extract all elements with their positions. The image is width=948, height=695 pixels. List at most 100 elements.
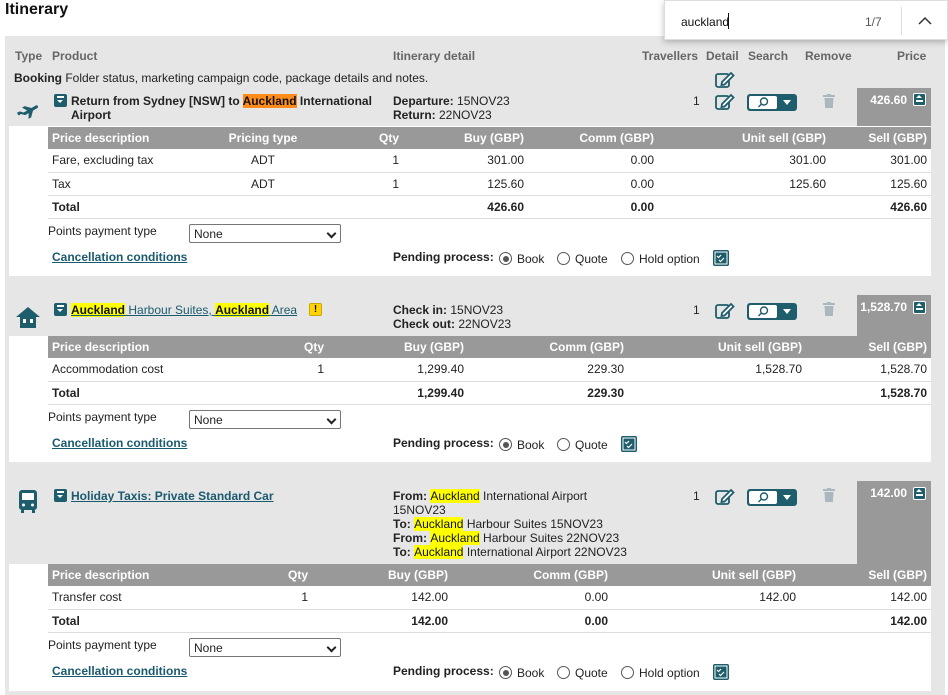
radio-label-book: Book	[517, 666, 545, 680]
transfer-toggle-button[interactable]	[54, 489, 67, 502]
hotel-edit-icon[interactable]	[715, 302, 735, 320]
hotel-cancellation-link[interactable]: Cancellation conditions	[52, 436, 187, 450]
col-buy: Buy (GBP)	[312, 564, 452, 586]
flight-toggle-button[interactable]	[54, 94, 67, 107]
col-sell: Sell (GBP)	[800, 564, 931, 586]
text-caret	[728, 13, 729, 29]
pending-process-label: Pending process:	[393, 436, 494, 450]
hotel-radio-book[interactable]	[499, 438, 512, 451]
transfer-radio-hold[interactable]	[621, 666, 634, 679]
magnifier-icon	[758, 97, 769, 108]
col-header-remove: Remove	[805, 49, 852, 63]
chevron-down-icon	[783, 495, 791, 500]
col-price-description: Price description	[48, 127, 208, 149]
flight-radio-book[interactable]	[499, 252, 512, 265]
transfer-price-table: Price description Qty Buy (GBP) Comm (GB…	[48, 564, 931, 633]
col-comm: Comm (GBP)	[452, 564, 612, 586]
transfer-price-collapse-button[interactable]	[913, 487, 926, 500]
radio-label-book: Book	[517, 252, 545, 266]
col-buy: Buy (GBP)	[328, 336, 468, 358]
flight-cancellation-link[interactable]: Cancellation conditions	[52, 250, 187, 264]
flight-radio-quote[interactable]	[557, 252, 570, 265]
radio-label-hold: Hold option	[639, 252, 700, 266]
plane-icon	[16, 105, 39, 119]
transfer-detail: From: Auckland International Airport 15N…	[393, 489, 627, 559]
itinerary-panel: Type Product Itinerary detail Travellers…	[5, 36, 945, 695]
radio-label-quote: Quote	[575, 252, 608, 266]
find-input[interactable]	[681, 14, 851, 30]
transfer-travellers: 1	[693, 489, 700, 503]
table-total-row: Total 426.60 0.00 426.60	[48, 195, 931, 219]
hotel-price-collapse-button[interactable]	[913, 301, 926, 314]
col-pricing-type: Pricing type	[208, 127, 318, 149]
table-row: Accommodation cost 1 1,299.40 229.30 1,5…	[48, 358, 931, 382]
flight-price-box: 426.60	[857, 88, 931, 126]
col-header-product: Product	[52, 49, 98, 63]
hotel-price-table: Price description Qty Buy (GBP) Comm (GB…	[48, 336, 931, 405]
points-payment-label: Points payment type	[48, 638, 157, 652]
hotel-toggle-button[interactable]	[54, 303, 67, 316]
hotel-radio-quote[interactable]	[557, 438, 570, 451]
col-header-type: Type	[15, 49, 43, 63]
magnifier-icon	[758, 306, 769, 317]
hotel-title-link[interactable]: Auckland Harbour Suites, Auckland Area	[71, 303, 297, 317]
flight-price-collapse-button[interactable]	[913, 93, 926, 106]
col-header-search: Search	[748, 49, 789, 63]
transfer-cancellation-link[interactable]: Cancellation conditions	[52, 664, 187, 678]
transfer-radio-quote[interactable]	[557, 666, 570, 679]
warning-icon[interactable]: !	[309, 303, 322, 316]
col-header-detail: Detail	[706, 49, 739, 63]
hotel-detail: Check in: 15NOV23 Check out: 22NOV23	[393, 303, 512, 331]
hotel-price: 1,528.70	[860, 300, 907, 314]
table-row: Tax ADT 1 125.60 0.00 125.60 125.60	[48, 172, 931, 196]
transfer-price-box: 142.00	[857, 481, 931, 564]
col-buy: Buy (GBP)	[403, 127, 528, 149]
col-comm: Comm (GBP)	[528, 127, 658, 149]
col-sell: Sell (GBP)	[830, 127, 931, 149]
table-total-row: Total 142.00 0.00 142.00	[48, 609, 931, 633]
transfer-item: Holiday Taxis: Private Standard Car From…	[9, 480, 931, 691]
divider	[901, 7, 902, 35]
col-unit-sell: Unit sell (GBP)	[612, 564, 800, 586]
flight-edit-icon[interactable]	[715, 93, 735, 111]
checklist-icon[interactable]	[621, 436, 637, 452]
transfer-radio-book[interactable]	[499, 666, 512, 679]
table-total-row: Total 1,299.40 229.30 1,528.70	[48, 381, 931, 405]
transfer-trash-icon[interactable]	[823, 488, 835, 502]
table-row: Fare, excluding tax ADT 1 301.00 0.00 30…	[48, 149, 931, 173]
pending-process-label: Pending process:	[393, 250, 494, 264]
transfer-points-select[interactable]: None	[189, 638, 341, 657]
checklist-icon[interactable]	[713, 250, 729, 266]
hotel-travellers: 1	[693, 303, 700, 317]
flight-radio-hold[interactable]	[621, 252, 634, 265]
col-sell: Sell (GBP)	[806, 336, 931, 358]
chevron-down-icon	[783, 309, 791, 314]
transfer-search-button[interactable]	[747, 489, 797, 506]
flight-points-select[interactable]: None	[189, 224, 341, 243]
radio-label-hold: Hold option	[639, 666, 700, 680]
transfer-edit-icon[interactable]	[715, 488, 735, 506]
chevron-up-icon[interactable]	[915, 11, 935, 31]
col-qty: Qty	[238, 564, 312, 586]
col-qty: Qty	[318, 127, 403, 149]
hotel-item: Auckland Harbour Suites, Auckland Area !…	[9, 294, 931, 462]
flight-title: Return from Sydney [NSW] to Auckland Int…	[71, 94, 372, 122]
find-in-page-bar: 1/7	[664, 0, 948, 40]
points-payment-label: Points payment type	[48, 410, 157, 424]
col-qty: Qty	[253, 336, 328, 358]
hotel-trash-icon[interactable]	[823, 302, 835, 316]
flight-trash-icon[interactable]	[823, 94, 835, 108]
chevron-down-icon	[326, 642, 337, 653]
flight-search-button[interactable]	[747, 94, 797, 111]
flight-price-table: Price description Pricing type Qty Buy (…	[48, 127, 931, 219]
house-icon	[16, 307, 40, 328]
booking-edit-icon[interactable]	[715, 71, 735, 89]
hotel-search-button[interactable]	[747, 303, 797, 320]
col-unit-sell: Unit sell (GBP)	[658, 127, 830, 149]
chevron-down-icon	[326, 228, 337, 239]
radio-label-book: Book	[517, 438, 545, 452]
transfer-title-link[interactable]: Holiday Taxis: Private Standard Car	[71, 489, 274, 503]
flight-travellers: 1	[693, 94, 700, 108]
hotel-points-select[interactable]: None	[189, 410, 341, 429]
checklist-icon[interactable]	[713, 664, 729, 680]
